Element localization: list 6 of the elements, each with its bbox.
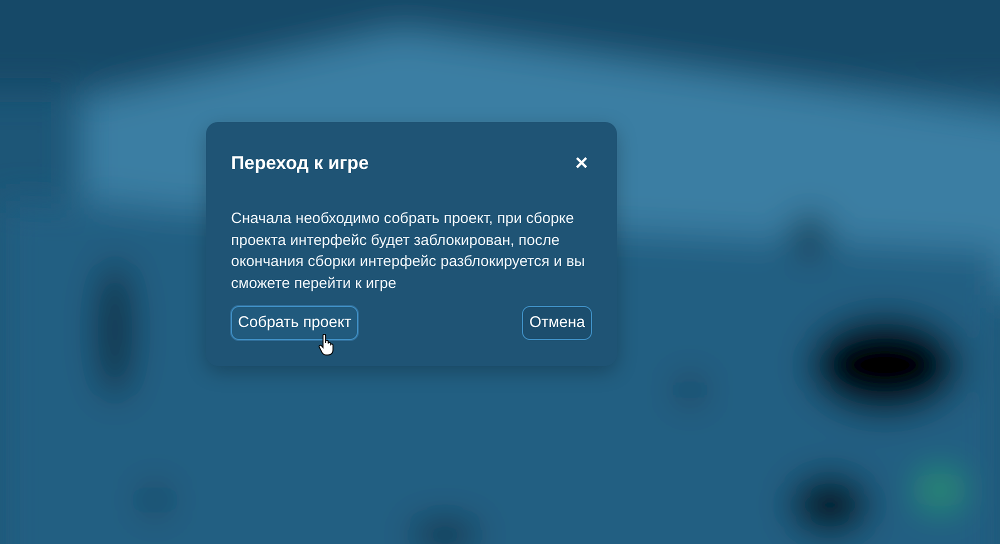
dialog-title: Переход к игре	[231, 152, 369, 174]
cancel-button[interactable]: Отмена	[522, 306, 592, 340]
hand-cursor-icon	[318, 334, 334, 356]
dialog-message: Сначала необходимо собрать проект, при сборке проекта интерфейс будет заблокирован, после окончания сборки интерфейс разблокируется и вы сможете перейти к игре	[231, 209, 586, 294]
close-button[interactable]: ×	[571, 152, 592, 174]
build-button[interactable]: Собрать проект	[231, 306, 358, 340]
